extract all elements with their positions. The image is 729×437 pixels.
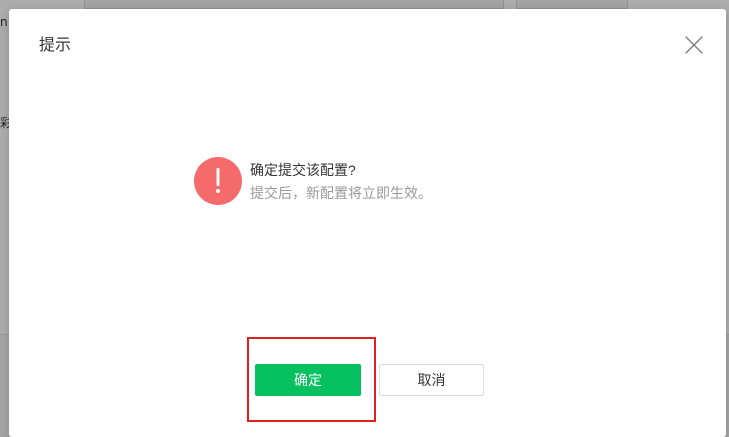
message-text: 确定提交该配置? 提交后，新配置将立即生效。 [250,160,432,203]
confirm-dialog: 提示 确定提交该配置? 提交后，新配置将立即生效。 确定 取消 [9,9,726,437]
dialog-message: 确定提交该配置? 提交后，新配置将立即生效。 [194,157,432,205]
message-primary: 确定提交该配置? [250,161,356,178]
dialog-title: 提示 [39,37,72,54]
cancel-button[interactable]: 取消 [379,364,484,396]
dialog-footer: 确定 取消 [255,364,484,396]
close-button[interactable] [682,33,706,57]
exclamation-icon [194,157,242,205]
confirm-button[interactable]: 确定 [255,364,361,396]
message-secondary: 提交后，新配置将立即生效。 [250,184,432,201]
close-icon [685,36,703,54]
